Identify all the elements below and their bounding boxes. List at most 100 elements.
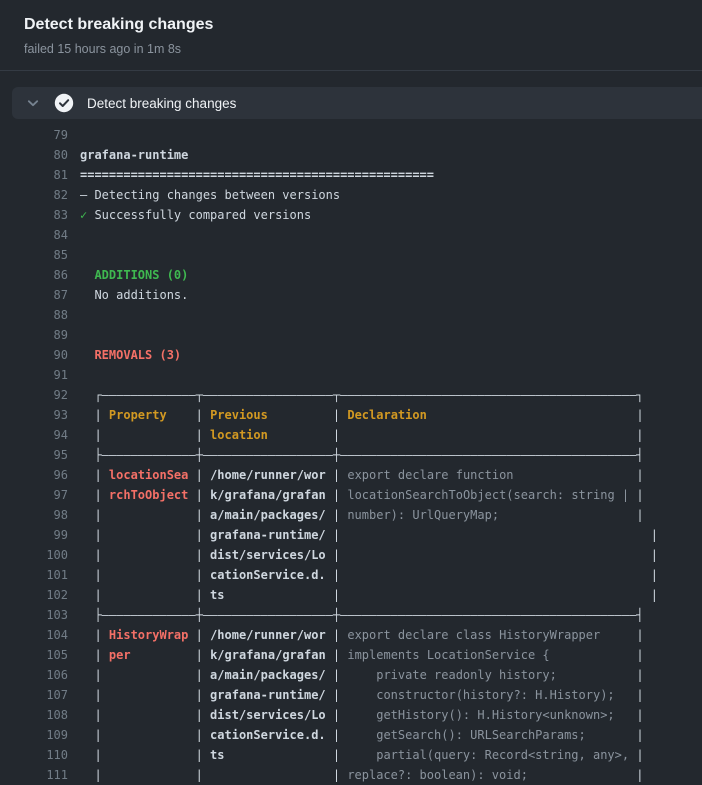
line-content: ========================================… xyxy=(80,165,434,185)
line-number[interactable]: 99 xyxy=(0,525,68,545)
line-number[interactable]: 92 xyxy=(0,385,68,405)
line-number[interactable]: 107 xyxy=(0,685,68,705)
job-header: Detect breaking changes failed 15 hours … xyxy=(0,0,702,57)
log-line: 106 | | a/main/packages/ | private reado… xyxy=(0,665,702,685)
line-content: No additions. xyxy=(80,285,188,305)
line-number[interactable]: 102 xyxy=(0,585,68,605)
line-content: | | cationService.d. | | xyxy=(80,565,658,585)
log-line: 105 | per | k/grafana/grafan | implement… xyxy=(0,645,702,665)
line-content: | | ts | | xyxy=(80,585,658,605)
log-line: 91 xyxy=(0,365,702,385)
step-header[interactable]: Detect breaking changes xyxy=(12,87,702,119)
line-content: | | location | | xyxy=(80,425,644,445)
line-number[interactable]: 109 xyxy=(0,725,68,745)
line-content: | rchToObject | k/grafana/grafan | locat… xyxy=(80,485,644,505)
line-number[interactable]: 83 xyxy=(0,205,68,225)
line-number[interactable]: 84 xyxy=(0,225,68,245)
log-line: 108 | | dist/services/Lo | getHistory():… xyxy=(0,705,702,725)
line-number[interactable]: 85 xyxy=(0,245,68,265)
line-content: | per | k/grafana/grafan | implements Lo… xyxy=(80,645,644,665)
line-number[interactable]: 82 xyxy=(0,185,68,205)
line-number[interactable]: 105 xyxy=(0,645,68,665)
line-content: ├—————————————┼——————————————————┼——————… xyxy=(80,605,644,625)
line-content: | | grafana-runtime/ | constructor(histo… xyxy=(80,685,644,705)
line-content: | locationSea | /home/runner/wor | expor… xyxy=(80,465,644,485)
line-number[interactable]: 79 xyxy=(0,125,68,145)
line-number[interactable]: 80 xyxy=(0,145,68,165)
line-number[interactable]: 101 xyxy=(0,565,68,585)
log-line: 94 | | location | | xyxy=(0,425,702,445)
line-number[interactable]: 87 xyxy=(0,285,68,305)
log-line: 98 | | a/main/packages/ | number): UrlQu… xyxy=(0,505,702,525)
log-line: 97 | rchToObject | k/grafana/grafan | lo… xyxy=(0,485,702,505)
log-line: 107 | | grafana-runtime/ | constructor(h… xyxy=(0,685,702,705)
line-number[interactable]: 103 xyxy=(0,605,68,625)
line-content: | | ts | partial(query: Record<string, a… xyxy=(80,745,644,765)
log-line: 99 | | grafana-runtime/ | | xyxy=(0,525,702,545)
log-line: 110 | | ts | partial(query: Record<strin… xyxy=(0,745,702,765)
line-content: | | grafana-runtime/ | | xyxy=(80,525,658,545)
line-content: | | cationService.d. | getSearch(): URLS… xyxy=(80,725,644,745)
line-content: ADDITIONS (0) xyxy=(80,265,188,285)
line-number[interactable]: 95 xyxy=(0,445,68,465)
line-number[interactable]: 98 xyxy=(0,505,68,525)
line-number[interactable]: 81 xyxy=(0,165,68,185)
log-line: 82 – Detecting changes between versions xyxy=(0,185,702,205)
line-number[interactable]: 93 xyxy=(0,405,68,425)
line-content: | HistoryWrap | /home/runner/wor | expor… xyxy=(80,625,644,645)
log-line: 90 REMOVALS (3) xyxy=(0,345,702,365)
line-content: | | a/main/packages/ | number): UrlQuery… xyxy=(80,505,644,525)
log-line: 87 No additions. xyxy=(0,285,702,305)
log-line: 85 xyxy=(0,245,702,265)
line-number[interactable]: 91 xyxy=(0,365,68,385)
line-number[interactable]: 94 xyxy=(0,425,68,445)
log-line: 92 ┌—————————————┬——————————————————┬———… xyxy=(0,385,702,405)
header-divider xyxy=(0,70,702,71)
line-content: | | | replace?: boolean): void; | xyxy=(80,765,644,785)
log-line: 80 grafana-runtime xyxy=(0,145,702,165)
chevron-down-icon xyxy=(25,95,41,111)
line-number[interactable]: 97 xyxy=(0,485,68,505)
line-content: – Detecting changes between versions xyxy=(80,185,340,205)
log-line: 89 xyxy=(0,325,702,345)
line-content: | | dist/services/Lo | getHistory(): H.H… xyxy=(80,705,644,725)
log-line: 81 ======================================… xyxy=(0,165,702,185)
log-line: 88 xyxy=(0,305,702,325)
log-line: 111 | | | replace?: boolean): void; | xyxy=(0,765,702,785)
check-circle-icon xyxy=(54,93,74,113)
line-content: ├—————————————┼——————————————————┼——————… xyxy=(80,445,644,465)
line-number[interactable]: 88 xyxy=(0,305,68,325)
log-line: 109 | | cationService.d. | getSearch(): … xyxy=(0,725,702,745)
log-line: 83 ✓ Successfully compared versions xyxy=(0,205,702,225)
line-number[interactable]: 96 xyxy=(0,465,68,485)
log-line: 104 | HistoryWrap | /home/runner/wor | e… xyxy=(0,625,702,645)
log-line: 100 | | dist/services/Lo | | xyxy=(0,545,702,565)
log-container: 7980 grafana-runtime 81 ===================… xyxy=(0,119,702,785)
line-number[interactable]: 89 xyxy=(0,325,68,345)
job-title: Detect breaking changes xyxy=(24,14,678,36)
line-number[interactable]: 100 xyxy=(0,545,68,565)
line-number[interactable]: 104 xyxy=(0,625,68,645)
line-content: ✓ Successfully compared versions xyxy=(80,205,311,225)
step-title: Detect breaking changes xyxy=(87,96,236,111)
log-line: 103 ├—————————————┼——————————————————┼——… xyxy=(0,605,702,625)
log-line: 102 | | ts | | xyxy=(0,585,702,605)
line-content: REMOVALS (3) xyxy=(80,345,181,365)
log-line: 86 ADDITIONS (0) xyxy=(0,265,702,285)
job-status-line: failed 15 hours ago in 1m 8s xyxy=(24,41,678,57)
line-number[interactable]: 111 xyxy=(0,765,68,785)
line-number[interactable]: 90 xyxy=(0,345,68,365)
line-number[interactable]: 106 xyxy=(0,665,68,685)
log-line: 95 ├—————————————┼——————————————————┼———… xyxy=(0,445,702,465)
line-content: grafana-runtime xyxy=(80,145,188,165)
line-content: | | dist/services/Lo | | xyxy=(80,545,658,565)
log-line: 101 | | cationService.d. | | xyxy=(0,565,702,585)
line-number[interactable]: 108 xyxy=(0,705,68,725)
log-line: 84 xyxy=(0,225,702,245)
log-line: 96 | locationSea | /home/runner/wor | ex… xyxy=(0,465,702,485)
log-line: 93 | Property | Previous | Declaration | xyxy=(0,405,702,425)
line-number[interactable]: 110 xyxy=(0,745,68,765)
line-content: ┌—————————————┬——————————————————┬——————… xyxy=(80,385,644,405)
line-number[interactable]: 86 xyxy=(0,265,68,285)
line-content: | Property | Previous | Declaration | xyxy=(80,405,644,425)
